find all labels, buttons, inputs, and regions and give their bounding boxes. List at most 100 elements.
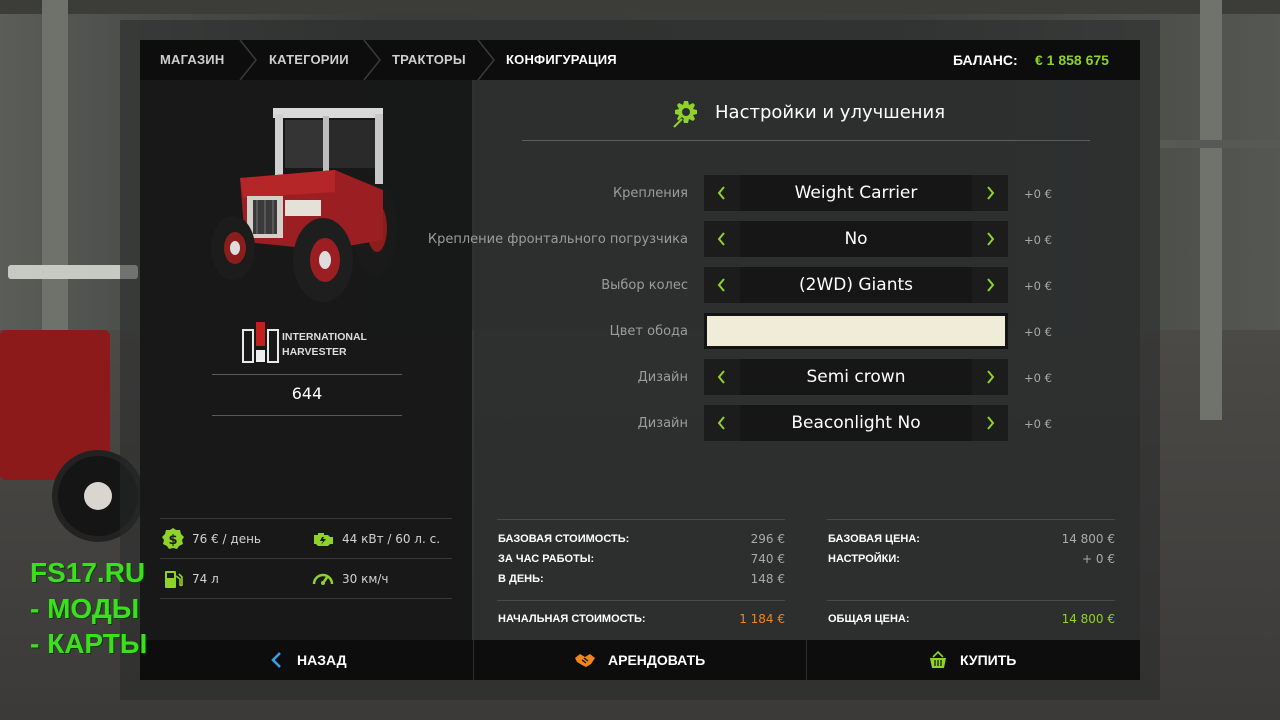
- option-label-wheels: Выбор колес: [601, 278, 688, 293]
- breadcrumb-bar: МАГАЗИН КАТЕГОРИИ ТРАКТОРЫ КОНФИГУРАЦИЯ …: [140, 40, 1140, 80]
- brand-name: INTERNATIONAL HARVESTER: [282, 330, 367, 360]
- section-heading: Настройки и улучшения: [715, 102, 946, 123]
- chevron-left-icon: [271, 652, 281, 668]
- front-loader-next-button[interactable]: [972, 221, 1008, 257]
- base-price-label: БАЗОВАЯ ЦЕНА:: [828, 533, 920, 545]
- divider: [497, 519, 785, 520]
- vehicle-model: 644: [291, 384, 323, 403]
- settings-cost-label: НАСТРОЙКИ:: [828, 553, 900, 565]
- initial-cost-value: 1 184 €: [739, 612, 785, 626]
- engine-power: 44 кВт / 60 л. с.: [342, 532, 441, 546]
- wheels-next-button[interactable]: [972, 267, 1008, 303]
- max-speed: 30 км/ч: [342, 572, 389, 586]
- beacon-selector: Beaconlight No: [704, 405, 1008, 441]
- chevron-left-icon: [717, 232, 725, 246]
- chevron-right-icon: [987, 186, 995, 200]
- option-label-front-loader: Крепление фронтального погрузчика: [427, 232, 688, 247]
- base-price-value: 14 800 €: [1061, 532, 1115, 546]
- chevron-right-icon: [987, 232, 995, 246]
- divider: [827, 519, 1115, 520]
- chevron-left-icon: [717, 370, 725, 384]
- engine-icon: [314, 533, 333, 546]
- breadcrumb-categories[interactable]: КАТЕГОРИИ: [269, 40, 349, 80]
- back-label: НАЗАД: [297, 652, 347, 668]
- back-button[interactable]: НАЗАД: [140, 640, 472, 680]
- base-cost-label: БАЗОВАЯ СТОИМОСТЬ:: [498, 533, 630, 545]
- option-label-design-2: Дизайн: [637, 416, 688, 431]
- breadcrumb-separator-icon: [239, 40, 257, 80]
- beacon-prev-button[interactable]: [704, 405, 740, 441]
- watermark-line-2: - МОДЫ: [30, 593, 140, 624]
- chevron-right-icon: [987, 370, 995, 384]
- wrench-gear-icon: [673, 101, 697, 128]
- basket-icon: [930, 650, 946, 668]
- wheels-prev-button[interactable]: [704, 267, 740, 303]
- beacon-price: +0 €: [1024, 417, 1052, 431]
- initial-cost-label: НАЧАЛЬНАЯ СТОИМОСТЬ:: [498, 613, 646, 625]
- option-label-design: Дизайн: [637, 370, 688, 385]
- divider: [212, 415, 402, 416]
- money-icon: $: [162, 528, 184, 549]
- attachments-price: +0 €: [1024, 187, 1052, 201]
- front-loader-selector: No: [704, 221, 1008, 257]
- wheels-value: (2WD) Giants: [740, 267, 972, 303]
- balance-value: € 1 858 675: [1035, 52, 1109, 68]
- attachments-selector: Weight Carrier: [704, 175, 1008, 211]
- divider: [212, 374, 402, 375]
- brand-line-1: INTERNATIONAL: [282, 331, 367, 343]
- per-hour-value: 740 €: [750, 552, 785, 566]
- option-label-attachments: Крепления: [612, 186, 688, 201]
- balance-label: БАЛАНС:: [953, 52, 1018, 68]
- breadcrumb-tractors[interactable]: ТРАКТОРЫ: [392, 40, 466, 80]
- wheels-selector: (2WD) Giants: [704, 267, 1008, 303]
- per-hour-label: ЗА ЧАС РАБОТЫ:: [498, 553, 595, 565]
- divider: [827, 600, 1115, 601]
- attachments-next-button[interactable]: [972, 175, 1008, 211]
- divider: [160, 518, 452, 519]
- buy-button[interactable]: КУПИТЬ: [807, 640, 1140, 680]
- breadcrumb-configuration: КОНФИГУРАЦИЯ: [506, 52, 617, 67]
- total-price-value: 14 800 €: [1061, 612, 1115, 626]
- action-bar: НАЗАД АРЕНДОВАТЬ КУПИТЬ: [140, 640, 1140, 680]
- brand-line-2: HARVESTER: [282, 346, 347, 358]
- per-day-label: В ДЕНЬ:: [498, 573, 544, 585]
- fuel-capacity: 74 л: [192, 572, 219, 586]
- lease-label: АРЕНДОВАТЬ: [608, 652, 706, 668]
- divider: [497, 600, 785, 601]
- front-loader-prev-button[interactable]: [704, 221, 740, 257]
- rim-color-price: +0 €: [1024, 325, 1052, 339]
- watermark-line-1: FS17.RU: [30, 557, 146, 588]
- design-next-button[interactable]: [972, 359, 1008, 395]
- design-selector: Semi crown: [704, 359, 1008, 395]
- chevron-left-icon: [717, 186, 725, 200]
- divider: [160, 598, 452, 599]
- watermark-line-3: - КАРТЫ: [30, 628, 148, 659]
- buy-label: КУПИТЬ: [960, 652, 1017, 668]
- svg-text:$: $: [168, 533, 177, 548]
- chevron-left-icon: [717, 278, 725, 292]
- tractor-image: [211, 108, 397, 302]
- per-day-value: 148 €: [750, 572, 785, 586]
- beacon-next-button[interactable]: [972, 405, 1008, 441]
- design-price: +0 €: [1024, 371, 1052, 385]
- beacon-value: Beaconlight No: [740, 405, 972, 441]
- chevron-right-icon: [987, 278, 995, 292]
- total-price-label: ОБЩАЯ ЦЕНА:: [828, 613, 910, 625]
- attachments-prev-button[interactable]: [704, 175, 740, 211]
- breadcrumb-shop[interactable]: МАГАЗИН: [160, 40, 224, 80]
- daily-cost: 76 € / день: [192, 532, 261, 546]
- chevron-left-icon: [717, 416, 725, 430]
- breadcrumb-separator-icon: [363, 40, 381, 80]
- lease-button[interactable]: АРЕНДОВАТЬ: [474, 640, 806, 680]
- design-prev-button[interactable]: [704, 359, 740, 395]
- base-cost-value: 296 €: [750, 532, 785, 546]
- handshake-icon: [575, 654, 595, 667]
- fuel-icon: [165, 571, 183, 588]
- attachments-value: Weight Carrier: [740, 175, 972, 211]
- rim-color-picker[interactable]: [704, 313, 1008, 349]
- design-value: Semi crown: [740, 359, 972, 395]
- wheels-price: +0 €: [1024, 279, 1052, 293]
- front-loader-price: +0 €: [1024, 233, 1052, 247]
- speedometer-icon: [312, 573, 334, 585]
- breadcrumb-separator-icon: [477, 40, 495, 80]
